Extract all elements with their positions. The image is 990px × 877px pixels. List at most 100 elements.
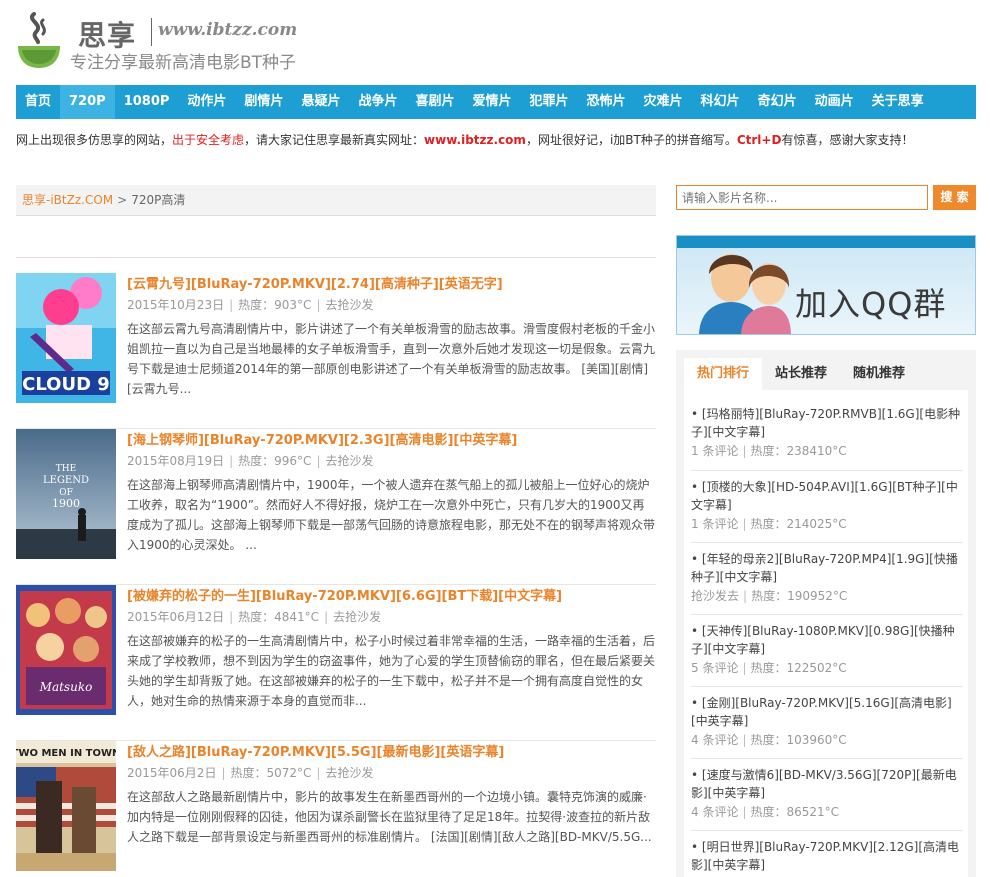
meta-separator: |: [742, 733, 747, 747]
nav-item-720p[interactable]: 720P: [60, 85, 115, 119]
breadcrumb-home-link[interactable]: 思享-iBtZz.COM: [22, 193, 113, 207]
nav-item-comedy[interactable]: 喜剧片: [406, 85, 463, 119]
site-url[interactable]: www.ibtzz.com: [158, 20, 297, 40]
ranking-item-title[interactable]: • [速度与激情6][BD-MKV/3.56G][720P][最新电影][中英字…: [691, 766, 963, 802]
post-thumbnail[interactable]: TWO MEN IN TOWN: [16, 741, 116, 871]
post-item: THE LEGEND OF 1900 [海上钢琴师][BluRay-720P.M…: [16, 429, 656, 585]
post-comment-link[interactable]: 去抢沙发: [325, 454, 373, 468]
post-excerpt: 在这部海上钢琴师高清剧情片中，1900年，一个被人遗弃在蒸气船上的孤儿被船上一位…: [127, 478, 655, 552]
meta-separator: |: [316, 454, 321, 468]
ranking-item-title[interactable]: • [玛格丽特][BluRay-720P.RMVB][1.6G][电影种子][中…: [691, 405, 963, 441]
post-comment-link[interactable]: 去抢沙发: [325, 766, 373, 780]
site-slogan: 专注分享最新高清电影BT种子: [70, 53, 297, 73]
nav-item-scifi[interactable]: 科幻片: [692, 85, 749, 119]
ranking-heat: 热度：214025°C: [750, 517, 847, 531]
ranking-comments[interactable]: 抢沙发去: [691, 589, 739, 603]
main-nav: 首页 720P 1080P 动作片 剧情片 悬疑片 战争片 喜剧片 爱情片 犯罪…: [16, 85, 976, 119]
meta-separator: |: [742, 444, 747, 458]
ranking-item-title[interactable]: • [明日世界][BluRay-720P.MKV][2.12G][高清电影][中…: [691, 838, 963, 874]
nav-item-about[interactable]: 关于思享: [863, 85, 933, 119]
breadcrumb: 思享-iBtZz.COM >720P高清: [16, 185, 656, 216]
ranking-heat: 热度：86521°C: [750, 805, 840, 819]
notice-url[interactable]: www.ibtzz.com: [424, 133, 526, 147]
post-heat: 热度：996°C: [238, 454, 312, 468]
ranking-comments[interactable]: 1 条评论: [691, 517, 738, 531]
nav-item-disaster[interactable]: 灾难片: [635, 85, 692, 119]
post-excerpt: 在这部云霄九号高清剧情片中，影片讲述了一个有关单板滑雪的励志故事。滑雪度假村老板…: [127, 322, 655, 396]
post-title-link[interactable]: [海上钢琴师][BluRay-720P.MKV][2.3G][高清电影][中英字…: [127, 429, 517, 448]
ranking-divider: [691, 686, 963, 687]
join-qq-group-label[interactable]: 加入QQ群: [795, 279, 946, 325]
ranking-item: • [顶楼的大象][HD-504P.AVI][1.6G][BT种子][中文字幕]…: [691, 478, 963, 533]
nav-item-romance[interactable]: 爱情片: [463, 85, 520, 119]
meta-separator: |: [742, 805, 747, 819]
ranking-heat: 热度：122502°C: [750, 661, 847, 675]
post-date: 2015年10月23日: [127, 298, 225, 312]
notice-text: 网上出现很多仿思享的网站，: [16, 133, 173, 147]
post-title-link[interactable]: [敌人之路][BluRay-720P.MKV][5.5G][最新电影][英语字幕…: [127, 741, 504, 760]
post-date: 2015年08月19日: [127, 454, 225, 468]
meta-separator: |: [743, 589, 748, 603]
post-heat: 热度：5072°C: [230, 766, 312, 780]
post-excerpt: 在这部敌人之路最新剧情片中，影片的故事发生在新墨西哥州的一个边境小镇。囊特克饰演…: [127, 790, 652, 844]
post-comment-link[interactable]: 去抢沙发: [325, 298, 373, 312]
notice-text: 有惊喜，感谢大家支持！: [781, 133, 914, 147]
ranking-comments[interactable]: 1 条评论: [691, 444, 738, 458]
nav-item-animation[interactable]: 动画片: [806, 85, 863, 119]
nav-item-action[interactable]: 动作片: [178, 85, 235, 119]
site-header: 思享 www.ibtzz.com 专注分享最新高清电影BT种子: [16, 10, 616, 73]
ranking-list: • [玛格丽特][BluRay-720P.RMVB][1.6G][电影种子][中…: [684, 390, 968, 877]
post-meta: 2015年10月23日 | 热度：903°C | 去抢沙发: [127, 296, 374, 313]
title-divider: [151, 18, 152, 46]
ranking-item: • [天神传][BluRay-1080P.MKV][0.98G][快播种子][中…: [691, 622, 963, 677]
tab-hot-ranking[interactable]: 热门排行: [684, 358, 763, 390]
nav-item-crime[interactable]: 犯罪片: [521, 85, 578, 119]
breadcrumb-separator: >: [117, 193, 128, 207]
nav-item-fantasy[interactable]: 奇幻片: [749, 85, 806, 119]
ranking-item-meta: 1 条评论 | 热度：238410°C: [691, 442, 963, 460]
nav-item-horror[interactable]: 恐怖片: [578, 85, 635, 119]
ranking-item-title[interactable]: • [年轻的母亲2][BluRay-720P.MP4][1.9G][快播种子][…: [691, 550, 963, 586]
nav-item-home[interactable]: 首页: [16, 85, 60, 119]
svg-text:THE: THE: [56, 464, 76, 474]
ranking-item-title[interactable]: • [顶楼的大象][HD-504P.AVI][1.6G][BT种子][中文字幕]: [691, 478, 963, 514]
post-heat: 热度：4841°C: [238, 610, 320, 624]
ranking-comments[interactable]: 5 条评论: [691, 661, 738, 675]
post-title-link[interactable]: [云霄九号][BluRay-720P.MKV][2.74][高清种子][英语无字…: [127, 273, 503, 292]
nav-item-1080p[interactable]: 1080P: [115, 85, 179, 119]
ranking-item-meta: 抢沙发去 | 热度：190952°C: [691, 587, 963, 605]
ranking-divider: [691, 614, 963, 615]
post-thumbnail[interactable]: THE LEGEND OF 1900: [16, 429, 116, 559]
nav-item-drama[interactable]: 剧情片: [235, 85, 292, 119]
coffee-cup-logo-icon[interactable]: [16, 10, 62, 72]
post-comment-link[interactable]: 去抢沙发: [333, 610, 381, 624]
ranking-comments[interactable]: 4 条评论: [691, 805, 738, 819]
ranking-item-title[interactable]: • [金刚][BluRay-720P.MKV][5.16G][高清电影][中英字…: [691, 694, 963, 730]
svg-text:Matsuko: Matsuko: [39, 680, 93, 694]
nav-item-war[interactable]: 战争片: [349, 85, 406, 119]
notice-shortcut: Ctrl+D: [736, 133, 782, 147]
post-thumbnail[interactable]: CLOUD 9: [16, 273, 116, 403]
search-input[interactable]: [676, 185, 928, 210]
meta-separator: |: [229, 610, 234, 624]
post-meta: 2015年08月19日 | 热度：996°C | 去抢沙发: [127, 452, 374, 469]
content-divider: [16, 257, 656, 258]
meta-separator: |: [324, 610, 329, 624]
meta-separator: |: [316, 766, 321, 780]
ranking-item-title[interactable]: • [天神传][BluRay-1080P.MKV][0.98G][快播种子][中…: [691, 622, 963, 658]
search-button[interactable]: 搜 索: [933, 185, 976, 210]
post-meta: 2015年06月2日 | 热度：5072°C | 去抢沙发: [127, 764, 373, 781]
ranking-divider: [691, 470, 963, 471]
tab-random-picks[interactable]: 随机推荐: [840, 358, 918, 390]
ranking-divider: [691, 542, 963, 543]
sidebar-ranking: 热门排行 站长推荐 随机推荐 • [玛格丽特][BluRay-720P.RMVB…: [676, 350, 976, 877]
tab-admin-picks[interactable]: 站长推荐: [762, 358, 840, 390]
nav-item-suspense[interactable]: 悬疑片: [292, 85, 349, 119]
ranking-comments[interactable]: 4 条评论: [691, 733, 738, 747]
post-title-link[interactable]: [被嫌弃的松子的一生][BluRay-720P.MKV][6.6G][BT下载]…: [127, 585, 562, 604]
post-thumbnail[interactable]: Matsuko: [16, 585, 116, 715]
ranking-heat: 热度：238410°C: [750, 444, 847, 458]
join-qq-group-banner[interactable]: 加入QQ群: [676, 235, 976, 335]
post-item: TWO MEN IN TOWN [敌人之路][BluRay-720P.MKV][…: [16, 741, 656, 877]
post-item: CLOUD 9 [云霄九号][BluRay-720P.MKV][2.74][高清…: [16, 273, 656, 429]
